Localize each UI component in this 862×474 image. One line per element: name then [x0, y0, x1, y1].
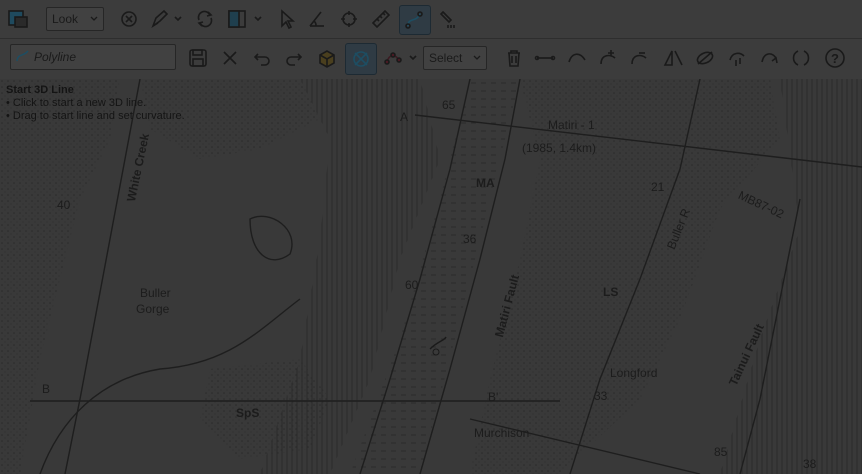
map-label-ls: LS [603, 285, 619, 299]
close-icon[interactable] [218, 46, 242, 70]
add-point-icon[interactable] [595, 46, 621, 70]
chevron-down-icon [472, 51, 482, 68]
chevron-down-icon [89, 12, 99, 29]
map-label-36: 36 [463, 232, 477, 246]
refresh-icon[interactable] [192, 6, 218, 32]
map-label-21: 21 [651, 180, 665, 194]
geological-map-image [0, 79, 862, 474]
hint-title: Start 3D Line [6, 84, 74, 96]
map-label-60: 60 [405, 278, 419, 292]
tool-hint: Start 3D Line • Click to start a new 3D … [6, 84, 185, 123]
save-icon[interactable] [186, 46, 210, 70]
project-points-icon[interactable] [724, 46, 750, 70]
map-label-b: B [42, 382, 51, 396]
object-name-input[interactable]: Polyline [10, 44, 176, 70]
straight-line-icon[interactable] [532, 46, 558, 70]
map-label-38: 38 [803, 457, 817, 471]
split-line-icon[interactable] [660, 46, 686, 70]
map-label-sps: SpS [236, 406, 260, 420]
map-label-a: A [400, 110, 409, 124]
app-logo-icon [6, 8, 30, 30]
delete-icon[interactable] [502, 46, 526, 70]
rotate-view-icon[interactable] [116, 6, 142, 32]
view-mode-value: Look [52, 12, 79, 26]
remove-point-icon[interactable] [626, 46, 652, 70]
draw-pen-icon[interactable] [146, 6, 172, 32]
map-label-ma: MA [476, 176, 495, 190]
object-name-placeholder: Polyline [34, 50, 77, 64]
map-label-40: 40 [57, 198, 71, 212]
snap-mode-icon[interactable] [345, 43, 377, 75]
hint-line-1: • Click to start a new 3D line. [6, 97, 147, 109]
map-label-33: 33 [594, 389, 608, 403]
ruler-icon[interactable] [368, 6, 394, 32]
polyline-icon [15, 49, 31, 66]
map-label-85: 85 [714, 445, 728, 459]
close-line-icon[interactable] [788, 46, 814, 70]
panel-toggle-icon[interactable] [224, 6, 250, 32]
chevron-down-icon[interactable] [252, 12, 264, 26]
map-label-65: 65 [442, 98, 456, 112]
chevron-down-icon[interactable] [408, 52, 418, 64]
reverse-line-icon[interactable] [756, 46, 782, 70]
view-mode-select[interactable]: Look [46, 7, 104, 31]
mode-select[interactable]: Select [423, 46, 487, 70]
map-label-murchison: Murchison [474, 426, 530, 440]
measure-angle-icon[interactable] [304, 6, 330, 32]
main-toolbar: Look [0, 0, 862, 38]
hint-line-2: • Drag to start line and set curvature. [6, 110, 185, 122]
box-3d-icon[interactable] [314, 46, 340, 70]
undo-icon[interactable] [250, 46, 274, 70]
map-label-longford: Longford [610, 366, 658, 380]
ellipse-icon[interactable] [692, 46, 718, 70]
map-label-matiri: Matiri - 1 [548, 118, 595, 132]
map-label-b-prime: B' [488, 390, 499, 404]
map-label-buller: Buller [140, 286, 171, 300]
reset-view-icon[interactable] [336, 6, 362, 32]
node-edit-icon[interactable] [380, 46, 408, 70]
mode-select-value: Select [429, 51, 463, 65]
pointer-icon[interactable] [274, 6, 300, 32]
draw-3d-line-icon[interactable] [399, 5, 431, 35]
edit-points-icon[interactable] [436, 6, 460, 32]
help-button[interactable]: ? [822, 45, 848, 71]
map-label-matiri-info: (1985, 1.4km) [522, 141, 597, 155]
curve-line-icon[interactable] [564, 46, 590, 70]
help-label: ? [831, 50, 839, 66]
map-label-gorge: Gorge [136, 302, 170, 316]
3d-viewport[interactable] [0, 79, 862, 474]
chevron-down-icon[interactable] [172, 12, 184, 26]
redo-icon[interactable] [282, 46, 306, 70]
